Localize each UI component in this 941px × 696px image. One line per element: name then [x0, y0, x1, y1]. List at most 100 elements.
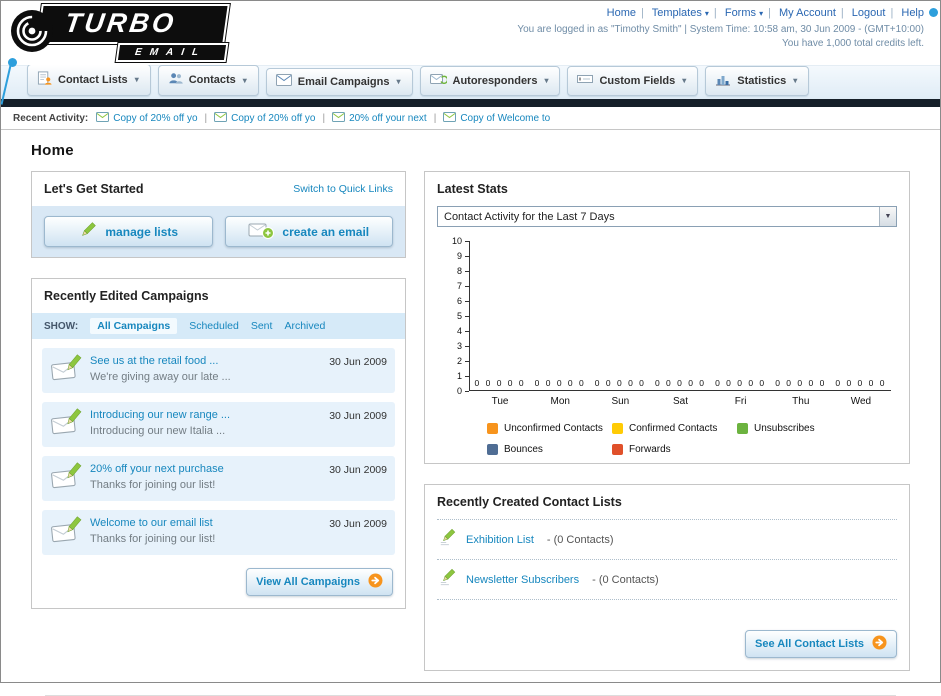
legend-item: Unsubscribes: [737, 423, 862, 434]
switch-to-quick-links[interactable]: Switch to Quick Links: [293, 183, 393, 195]
recent-activity-item[interactable]: Copy of Welcome to: [443, 111, 550, 125]
recent-activity-link[interactable]: Copy of Welcome to: [460, 113, 550, 124]
chart-x-label: Fri: [734, 396, 747, 407]
legend-label: Forwards: [629, 444, 671, 455]
recent-activity-link[interactable]: 20% off your next: [349, 113, 427, 124]
envelope-icon: [443, 111, 457, 125]
stats-period-value: Contact Activity for the Last 7 Days: [444, 210, 615, 223]
legend-label: Bounces: [504, 444, 543, 455]
tab-contacts[interactable]: Contacts ▾: [157, 65, 259, 96]
link-home[interactable]: Home: [607, 7, 636, 19]
recent-activity-item[interactable]: 20% off your next: [332, 111, 427, 125]
filter-archived[interactable]: Archived: [284, 320, 325, 332]
header: TURBO EMAIL Home | Templates ▾ | Forms ▾ | …: [0, 1, 940, 105]
envelope-pencil-icon: [50, 462, 82, 495]
chart-value-labels: 0 0 0 0 0: [594, 378, 646, 388]
recent-contact-lists-title: Recently Created Contact Lists: [437, 495, 622, 509]
contact-list-row[interactable]: Newsletter Subscribers - (0 Contacts): [437, 560, 897, 600]
legend-item: Unconfirmed Contacts: [487, 423, 612, 434]
contact-list-link[interactable]: Exhibition List: [466, 534, 534, 546]
tab-label: Autoresponders: [452, 74, 538, 87]
chart-x-label: Sat: [672, 396, 688, 407]
chart-plot-area: 0 0 0 0 0 0 0 0 0 0 0 0 0 0 0 0 0 0 0 0 0 0 …: [469, 241, 891, 391]
left-column: Let's Get Started Switch to Quick Links …: [31, 171, 406, 629]
campaign-texts: See us at the retail food ... We're givi…: [90, 354, 321, 383]
contact-lists-list: Exhibition List - (0 Contacts) Newslette…: [437, 519, 897, 600]
separator: |: [840, 7, 844, 19]
envelope-pencil-icon: [50, 354, 82, 387]
latest-stats-panel: Latest Stats Contact Activity for the La…: [424, 171, 910, 464]
campaign-row[interactable]: Introducing our new range ... Introducin…: [42, 402, 395, 447]
envelope-icon: [96, 111, 110, 125]
right-column: Latest Stats Contact Activity for the La…: [424, 171, 910, 691]
see-all-contact-lists-button[interactable]: See All Contact Lists: [744, 630, 897, 658]
filter-sent[interactable]: Sent: [251, 320, 273, 332]
credits-info: You have 1,000 total credits left.: [782, 38, 924, 49]
autoresponders-icon: [429, 72, 448, 89]
separator: |: [640, 7, 644, 19]
show-label: SHOW:: [44, 320, 79, 332]
campaign-subtitle: Thanks for joining our list!: [90, 533, 216, 545]
legend-item: Forwards: [612, 444, 737, 455]
chevron-down-icon: ▾: [793, 76, 798, 85]
app-logo[interactable]: TURBO EMAIL: [9, 4, 230, 62]
campaign-date: 30 Jun 2009: [329, 464, 387, 476]
contact-list-count: - (0 Contacts): [546, 533, 614, 546]
tab-statistics[interactable]: Statistics ▾: [705, 66, 810, 96]
view-all-campaigns-button[interactable]: View All Campaigns: [246, 568, 393, 596]
legend-swatch: [612, 444, 623, 455]
campaign-subtitle: We're giving away our late ...: [90, 371, 231, 383]
separator: |: [768, 7, 771, 19]
campaign-row[interactable]: See us at the retail food ... We're givi…: [42, 348, 395, 393]
create-email-button[interactable]: create an email: [224, 216, 393, 247]
statistics-icon: [715, 72, 731, 89]
custom-fields-icon: [577, 72, 594, 89]
tab-autoresponders[interactable]: Autoresponders ▾: [419, 66, 561, 96]
stats-period-select[interactable]: Contact Activity for the Last 7 Days ▼: [437, 206, 897, 227]
separator: |: [204, 112, 208, 124]
chart-value-labels: 0 0 0 0 0: [474, 378, 526, 388]
chart-value-labels: 0 0 0 0 0: [654, 378, 707, 388]
link-help[interactable]: Help: [901, 7, 924, 19]
legend-swatch: [487, 444, 498, 455]
tab-email-campaigns[interactable]: Email Campaigns ▾: [265, 68, 413, 96]
link-forms[interactable]: Forms ▾: [725, 7, 763, 19]
filter-scheduled[interactable]: Scheduled: [189, 320, 239, 332]
filter-all-campaigns[interactable]: All Campaigns: [90, 318, 178, 334]
link-logout[interactable]: Logout: [852, 7, 886, 19]
campaign-row[interactable]: 20% off your next purchase Thanks for jo…: [42, 456, 395, 501]
tab-contact-lists[interactable]: Contact Lists ▾: [27, 64, 151, 96]
legend-label: Unconfirmed Contacts: [504, 423, 603, 434]
chart-value-labels: 0 0 0 0 0: [835, 378, 887, 388]
recent-activity-link[interactable]: Copy of 20% off yo: [113, 113, 197, 124]
recent-activity-item[interactable]: Copy of 20% off yo: [96, 111, 198, 125]
recent-campaigns-title: Recently Edited Campaigns: [44, 289, 209, 303]
legend-swatch: [487, 423, 498, 434]
main-nav: Contact Lists ▾ Contacts ▾ Email Campaig…: [1, 64, 940, 99]
campaign-title-link[interactable]: Introducing our new range ...: [90, 409, 321, 421]
separator: |: [713, 7, 717, 19]
top-links: Home | Templates ▾ | Forms ▾ | My Account | …: [517, 7, 924, 19]
manage-lists-button[interactable]: manage lists: [44, 216, 213, 247]
get-started-body: manage lists create an email: [32, 206, 405, 257]
tab-label: Statistics: [737, 74, 787, 87]
legend-label: Confirmed Contacts: [629, 423, 718, 434]
campaign-title-link[interactable]: Welcome to our email list: [90, 517, 321, 529]
link-templates[interactable]: Templates ▾: [652, 7, 709, 19]
campaign-title-link[interactable]: 20% off your next purchase: [90, 463, 321, 475]
chart-legend: Unconfirmed Contacts Confirmed Contacts Un…: [487, 423, 887, 455]
recent-activity-link[interactable]: Copy of 20% off yo: [231, 113, 315, 124]
contact-list-link[interactable]: Newsletter Subscribers: [466, 574, 579, 586]
campaign-row[interactable]: Welcome to our email list Thanks for joi…: [42, 510, 395, 555]
decorative-dot: [929, 8, 938, 17]
separator: |: [890, 7, 894, 19]
contact-list-row[interactable]: Exhibition List - (0 Contacts): [437, 520, 897, 560]
link-my-account[interactable]: My Account: [779, 7, 836, 19]
chart-x-label: Thu: [792, 396, 810, 407]
recent-activity-item[interactable]: Copy of 20% off yo: [214, 111, 315, 125]
campaign-title-link[interactable]: See us at the retail food ...: [90, 355, 321, 367]
tab-custom-fields[interactable]: Custom Fields ▾: [567, 66, 699, 96]
contacts-icon: [168, 71, 183, 89]
logo-text: TURBO EMAIL: [36, 4, 230, 62]
campaign-subtitle: Introducing our new Italia ...: [90, 425, 226, 437]
